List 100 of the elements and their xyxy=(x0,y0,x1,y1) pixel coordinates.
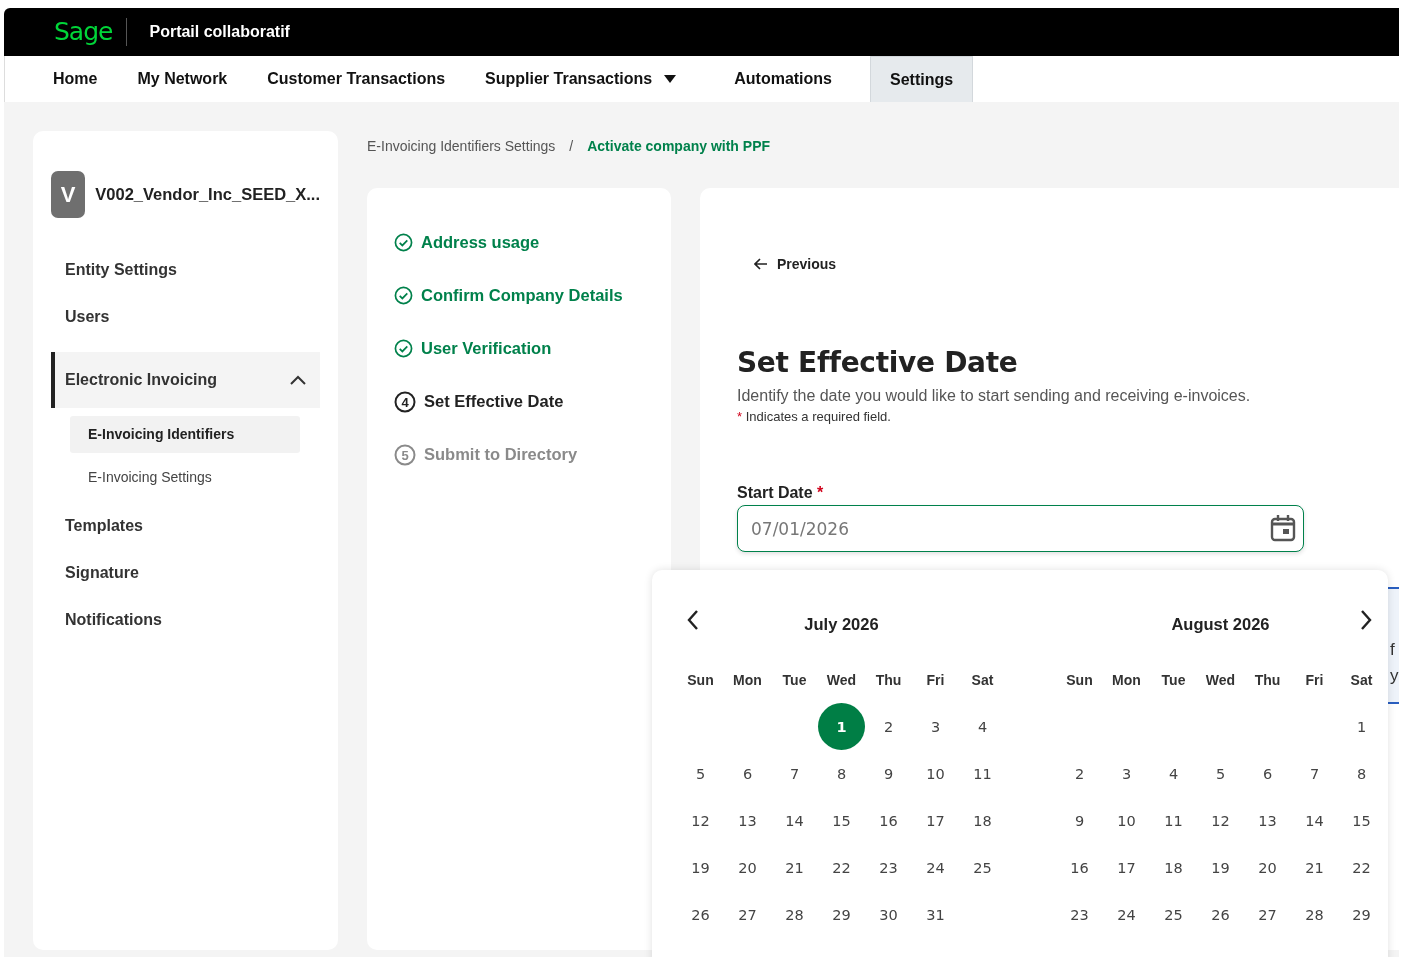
calendar-day[interactable]: 5 xyxy=(677,750,724,797)
calendar-day[interactable]: 16 xyxy=(865,797,912,844)
nav-tab[interactable]: Customer Transactions xyxy=(247,56,466,102)
sidebar-item[interactable]: Users xyxy=(51,293,320,340)
calendar-day[interactable]: 24 xyxy=(1103,891,1150,938)
step-label: Submit to Directory xyxy=(424,445,578,464)
previous-month-icon[interactable] xyxy=(686,609,700,631)
calendar-day[interactable]: 3 xyxy=(912,703,959,750)
calendar-day[interactable]: 31 xyxy=(912,891,959,938)
calendar-day[interactable]: 22 xyxy=(1338,844,1385,891)
sidebar-item[interactable]: Entity Settings xyxy=(51,246,320,293)
step-number-icon: 4 xyxy=(394,390,416,413)
sidebar-item[interactable]: Electronic Invoicing xyxy=(51,352,320,408)
calendar-day[interactable]: 11 xyxy=(959,750,1006,797)
step-label: Set Effective Date xyxy=(424,392,564,411)
calendar-day[interactable]: 1 xyxy=(818,703,865,750)
calendar-day[interactable]: 2 xyxy=(1056,750,1103,797)
calendar-day[interactable]: 7 xyxy=(1291,750,1338,797)
portal-title: Portail collaboratif xyxy=(149,23,290,41)
nav-tab[interactable]: Supplier Transactions xyxy=(465,56,697,102)
calendar-day[interactable]: 17 xyxy=(912,797,959,844)
sidebar-item[interactable]: Notifications xyxy=(51,596,320,643)
calendar-day[interactable]: 27 xyxy=(724,891,771,938)
weekday-label: Tue xyxy=(1161,671,1186,688)
nav-tab[interactable]: Settings xyxy=(870,56,974,102)
calendar-day[interactable]: 26 xyxy=(1197,891,1244,938)
calendar-day[interactable]: 5 xyxy=(1197,750,1244,797)
weekday-label: Tue xyxy=(782,671,807,688)
nav-tab[interactable]: Home xyxy=(33,56,118,102)
weekday-label: Thu xyxy=(875,671,902,688)
calendar-day[interactable]: 24 xyxy=(912,844,959,891)
calendar-day[interactable]: 23 xyxy=(1056,891,1103,938)
calendar-day[interactable]: 30 xyxy=(865,891,912,938)
calendar-day[interactable]: 4 xyxy=(1150,750,1197,797)
breadcrumb-separator: / xyxy=(569,138,574,154)
calendar-day[interactable]: 19 xyxy=(1197,844,1244,891)
calendar-day[interactable]: 13 xyxy=(1244,797,1291,844)
calendar-day[interactable]: 3 xyxy=(1103,750,1150,797)
required-asterisk: * xyxy=(737,409,743,424)
calendar-day[interactable]: 8 xyxy=(818,750,865,797)
calendar-day[interactable]: 1 xyxy=(1338,703,1385,750)
calendar-day[interactable]: 28 xyxy=(1291,891,1338,938)
calendar-day[interactable]: 4 xyxy=(959,703,1006,750)
calendar-day[interactable]: 8 xyxy=(1338,750,1385,797)
calendar-day[interactable]: 14 xyxy=(1291,797,1338,844)
calendar-day[interactable]: 12 xyxy=(1197,797,1244,844)
breadcrumb-link[interactable]: E-Invoicing Identifiers Settings xyxy=(367,138,556,154)
calendar-day[interactable]: 17 xyxy=(1103,844,1150,891)
calendar-day[interactable]: 22 xyxy=(818,844,865,891)
weekday-label: Thu xyxy=(1254,671,1281,688)
calendar-day[interactable]: 27 xyxy=(1244,891,1291,938)
previous-link[interactable]: Previous xyxy=(754,256,837,272)
next-month-icon[interactable] xyxy=(1359,609,1373,631)
calendar-day[interactable]: 15 xyxy=(818,797,865,844)
calendar-day[interactable]: 16 xyxy=(1056,844,1103,891)
required-asterisk: * xyxy=(817,484,824,501)
calendar-day[interactable]: 19 xyxy=(677,844,724,891)
calendar-day[interactable]: 21 xyxy=(771,844,818,891)
calendar-day[interactable]: 9 xyxy=(865,750,912,797)
calendar-day[interactable]: 15 xyxy=(1338,797,1385,844)
sidebar-subitem[interactable]: E-Invoicing Identifiers xyxy=(70,416,300,453)
calendar-day[interactable]: 18 xyxy=(1150,844,1197,891)
back-arrow-icon xyxy=(754,258,768,270)
breadcrumb-link[interactable]: Activate company with PPF xyxy=(587,138,771,154)
date-field[interactable]: 07/01/2026 xyxy=(737,505,1304,552)
calendar-icon[interactable] xyxy=(1270,514,1296,542)
calendar-day[interactable]: 29 xyxy=(1338,891,1385,938)
calendar-day[interactable]: 25 xyxy=(959,844,1006,891)
calendar-day[interactable]: 18 xyxy=(959,797,1006,844)
calendar-day[interactable]: 25 xyxy=(1150,891,1197,938)
calendar-day[interactable]: 10 xyxy=(1103,797,1150,844)
weekday-label: Wed xyxy=(826,671,857,688)
calendar-day[interactable]: 28 xyxy=(771,891,818,938)
calendar-day[interactable]: 6 xyxy=(1244,750,1291,797)
sidebar-item[interactable]: Signature xyxy=(51,549,320,596)
calendar-day[interactable]: 29 xyxy=(818,891,865,938)
calendar-day[interactable]: 20 xyxy=(1244,844,1291,891)
calendar-day[interactable]: 6 xyxy=(724,750,771,797)
nav-tab[interactable]: My Network xyxy=(117,56,248,102)
calendar-day[interactable]: 26 xyxy=(677,891,724,938)
calendar-day[interactable]: 13 xyxy=(724,797,771,844)
weekday-label: Mon xyxy=(1112,671,1141,688)
weekday-label: Sun xyxy=(687,671,714,688)
calendar-day[interactable]: 20 xyxy=(724,844,771,891)
sidebar-subitem[interactable]: E-Invoicing Settings xyxy=(70,459,300,496)
calendar-day[interactable]: 14 xyxy=(771,797,818,844)
nav-tab[interactable]: Automations xyxy=(714,56,852,102)
calendar-day[interactable]: 23 xyxy=(865,844,912,891)
calendar-day[interactable]: 7 xyxy=(771,750,818,797)
sage-logo[interactable]: Sage xyxy=(54,18,128,46)
avatar: V xyxy=(51,171,86,218)
calendar-day[interactable]: 11 xyxy=(1150,797,1197,844)
calendar-day[interactable]: 21 xyxy=(1291,844,1338,891)
calendar-day[interactable]: 9 xyxy=(1056,797,1103,844)
calendar-day[interactable]: 2 xyxy=(865,703,912,750)
weekday-label: Mon xyxy=(733,671,762,688)
calendar-day[interactable]: 12 xyxy=(677,797,724,844)
calendar-day[interactable]: 10 xyxy=(912,750,959,797)
sidebar-item[interactable]: Templates xyxy=(51,502,320,549)
chevron-icon[interactable] xyxy=(290,375,306,385)
